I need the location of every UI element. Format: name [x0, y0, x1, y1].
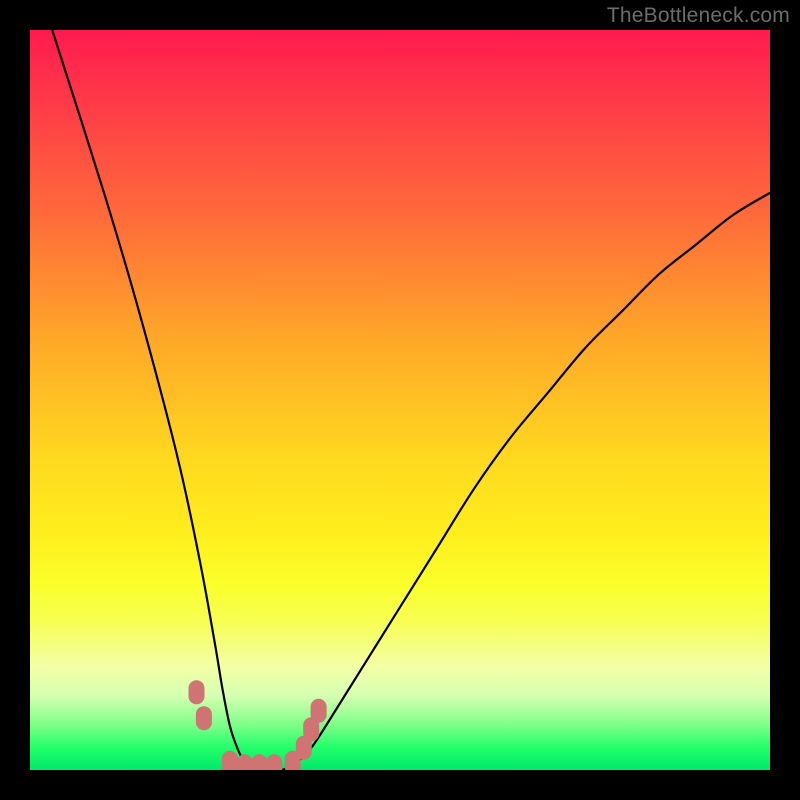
data-marker [222, 751, 238, 770]
curve-svg [30, 30, 770, 770]
plot-area [30, 30, 770, 770]
data-marker [311, 699, 327, 723]
data-marker [189, 680, 205, 704]
data-marker [237, 754, 253, 770]
chart-frame: TheBottleneck.com [0, 0, 800, 800]
bottleneck-curve [52, 30, 770, 770]
data-marker [251, 754, 267, 770]
watermark-text: TheBottleneck.com [607, 4, 790, 28]
data-marker [266, 754, 282, 770]
curve-markers [189, 680, 327, 770]
data-marker [196, 706, 212, 730]
